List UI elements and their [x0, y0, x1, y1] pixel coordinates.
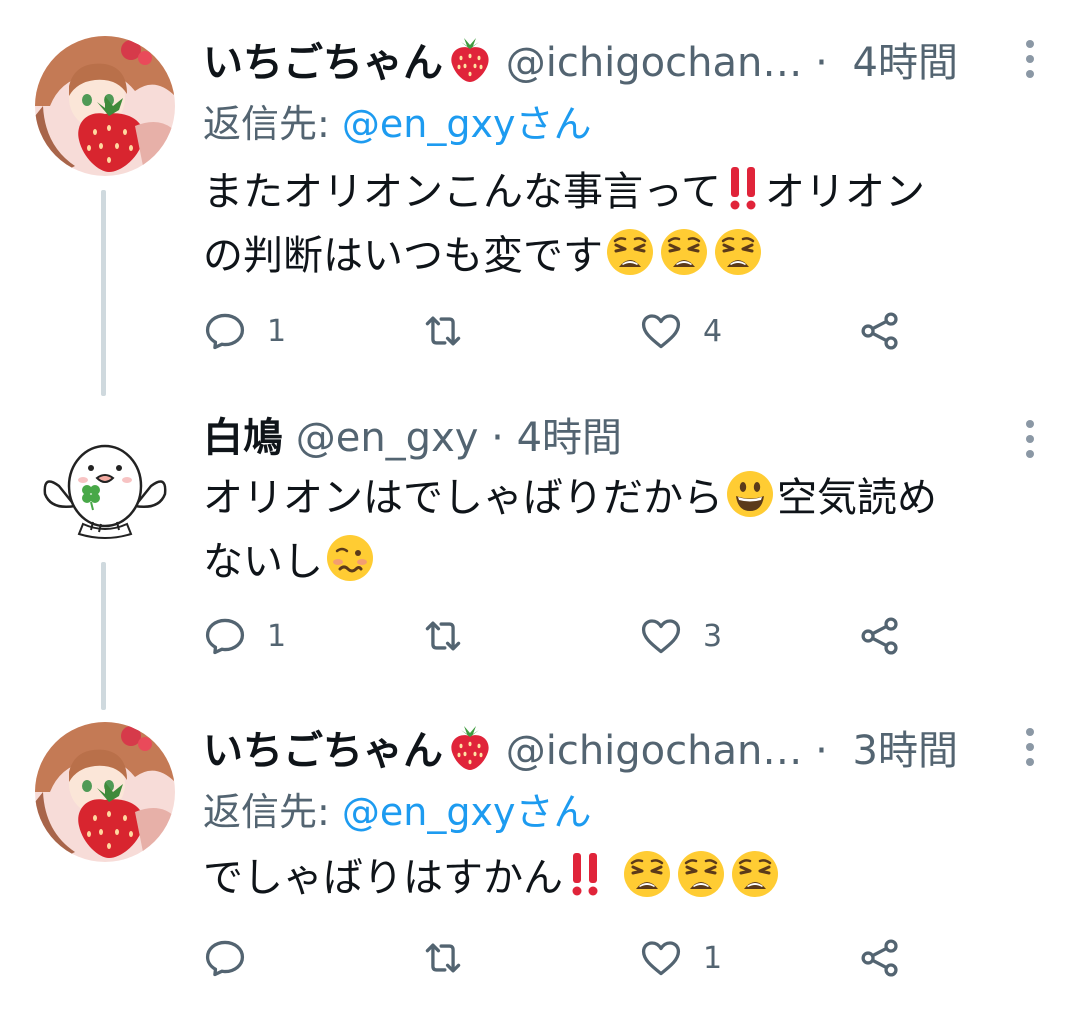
avatar[interactable] — [35, 722, 175, 862]
timestamp[interactable]: 4時間 — [853, 40, 958, 86]
strawberry-emoji-icon — [447, 34, 493, 84]
tweet-text-line: オリオン — [765, 169, 925, 215]
separator: · — [815, 728, 828, 774]
reply-button[interactable] — [203, 928, 267, 988]
timestamp[interactable]: 3時間 — [853, 728, 958, 774]
reply-icon — [203, 309, 247, 353]
reply-count: 1 — [267, 618, 287, 654]
more-icon[interactable] — [1024, 420, 1036, 458]
reply-to-label: 返信先: — [203, 102, 342, 146]
share-button[interactable] — [858, 606, 902, 666]
tweet-actions: 1 — [203, 928, 923, 988]
weary-face-icon — [605, 227, 655, 277]
weary-face-icon — [730, 849, 780, 899]
reply-count: 1 — [267, 313, 287, 349]
retweet-icon — [421, 936, 465, 980]
tweet-actions: 1 4 — [203, 301, 923, 361]
weary-face-icon — [659, 227, 709, 277]
display-name[interactable]: 白鳩 — [203, 415, 283, 461]
user-handle[interactable]: @ichigochan… — [506, 40, 803, 86]
user-handle[interactable]: @ichigochan… — [506, 728, 803, 774]
avatar[interactable] — [35, 36, 175, 176]
retweet-button[interactable] — [421, 928, 485, 988]
weary-face-icon — [713, 227, 763, 277]
share-button[interactable] — [858, 928, 902, 988]
weary-face-icon — [622, 849, 672, 899]
share-icon — [858, 936, 902, 980]
share-icon — [858, 309, 902, 353]
tweet-text-line: またオリオンこんな事言って — [203, 169, 721, 215]
like-button[interactable]: 1 — [639, 928, 722, 988]
share-button[interactable] — [858, 301, 902, 361]
heart-icon — [639, 309, 683, 353]
user-handle[interactable]: @en_gxy — [296, 415, 479, 461]
double-exclamation-icon — [723, 163, 763, 213]
retweet-button[interactable] — [421, 606, 485, 666]
retweet-icon — [421, 614, 465, 658]
timestamp[interactable]: 4時間 — [517, 415, 622, 461]
tweet-header: いちごちゃん @ichigochan… · 4時間 — [203, 34, 958, 89]
tweet-header: いちごちゃん @ichigochan… · 3時間 — [203, 722, 958, 777]
reply-to: 返信先: @en_gxyさん — [203, 786, 591, 838]
separator: · — [491, 415, 504, 461]
tweet[interactable]: いちごちゃん @ichigochan… · 3時間 返信先: @en_gxyさん… — [0, 700, 1078, 1009]
like-button[interactable]: 3 — [639, 606, 722, 666]
more-icon[interactable] — [1024, 40, 1036, 78]
heart-icon — [639, 936, 683, 980]
strawberry-emoji-icon — [447, 722, 493, 772]
tweet-text: でしゃばりはすかん — [203, 846, 1033, 910]
like-count: 1 — [703, 940, 723, 976]
tweet-text-line: でしゃばりはすかん — [203, 855, 563, 901]
like-count: 4 — [703, 313, 723, 349]
heart-icon — [639, 614, 683, 658]
tweet-header: 白鳩 @en_gxy · 4時間 — [203, 412, 622, 464]
tweet-text: またオリオンこんな事言って オリオン の判断はいつも変です — [203, 160, 1033, 288]
tweet[interactable]: いちごちゃん @ichigochan… · 4時間 返信先: @en_gxyさん… — [0, 0, 1078, 390]
reply-icon — [203, 936, 247, 980]
retweet-button[interactable] — [421, 301, 485, 361]
retweet-icon — [421, 309, 465, 353]
display-name[interactable]: いちごちゃん — [203, 728, 443, 774]
woozy-face-icon — [325, 533, 375, 583]
reply-button[interactable]: 1 — [203, 301, 286, 361]
reply-icon — [203, 614, 247, 658]
tweet-text: オリオンはでしゃばりだから 空気読め ないし — [203, 466, 1033, 594]
share-icon — [858, 614, 902, 658]
tweet-text-line: ないし — [203, 539, 323, 585]
grinning-face-icon — [725, 469, 775, 519]
reply-button[interactable]: 1 — [203, 606, 286, 666]
more-icon[interactable] — [1024, 728, 1036, 766]
tweet-text-line: の判断はいつも変です — [203, 233, 603, 279]
tweet-text-line: オリオンはでしゃばりだから — [203, 475, 723, 521]
reply-to-mention[interactable]: @en_gxyさん — [342, 790, 592, 834]
tweet-text-line: 空気読め — [777, 475, 937, 521]
reply-to-mention[interactable]: @en_gxyさん — [342, 102, 592, 146]
avatar[interactable] — [35, 416, 175, 556]
reply-to: 返信先: @en_gxyさん — [203, 98, 591, 150]
like-button[interactable]: 4 — [639, 301, 722, 361]
like-count: 3 — [703, 618, 723, 654]
weary-face-icon — [676, 849, 726, 899]
separator: · — [815, 40, 828, 86]
display-name[interactable]: いちごちゃん — [203, 40, 443, 86]
tweet-actions: 1 3 — [203, 606, 923, 666]
tweet[interactable]: 白鳩 @en_gxy · 4時間 オリオンはでしゃばりだから 空気読め ないし 1… — [0, 396, 1078, 696]
reply-to-label: 返信先: — [203, 790, 342, 834]
double-exclamation-icon — [565, 849, 605, 899]
